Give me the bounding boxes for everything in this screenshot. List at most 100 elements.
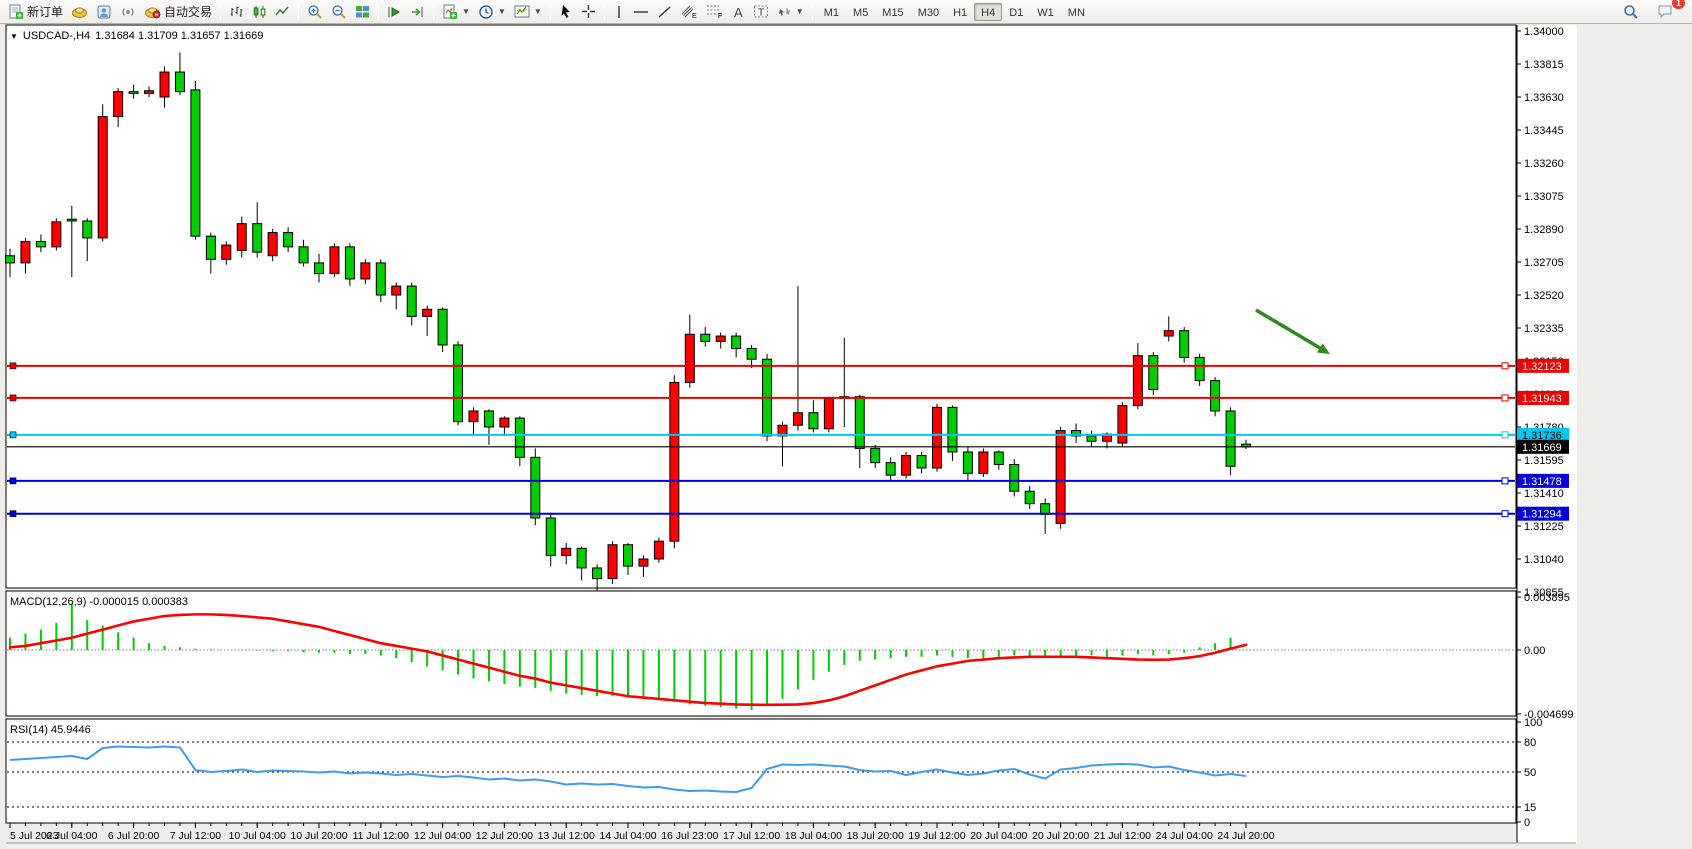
cursor-button[interactable] (555, 2, 577, 22)
x-axis-label: 13 Jul 12:00 (538, 830, 595, 842)
tile-windows-button[interactable] (351, 2, 374, 22)
line-handle[interactable] (10, 511, 16, 517)
search-button[interactable] (1619, 2, 1643, 22)
search-icon (1623, 4, 1639, 20)
y-axis-label: 1.32890 (1524, 224, 1564, 236)
timeframe-m15[interactable]: M15 (875, 3, 910, 21)
line-chart-button[interactable] (271, 2, 294, 22)
text-label-button[interactable]: T (749, 2, 773, 22)
chart-shift-button[interactable] (406, 2, 429, 22)
price-chart-canvas[interactable]: 1.340001.338151.336301.334451.332601.330… (0, 24, 1692, 849)
rsi-indicator-label: RSI(14) 45.9446 (10, 724, 91, 736)
line-handle[interactable] (1502, 432, 1508, 438)
candle-body (701, 334, 710, 341)
candle-body (639, 559, 648, 566)
candle-body (1195, 357, 1204, 380)
candle-body (6, 256, 15, 263)
bar-chart-button[interactable] (225, 2, 248, 22)
chevron-down-icon: ▼ (462, 7, 470, 16)
text-button[interactable]: A (728, 2, 749, 22)
collapse-triangle-icon[interactable]: ▼ (10, 32, 18, 41)
new-order-label: 新订单 (27, 3, 63, 20)
horizontal-line-button[interactable] (629, 2, 653, 22)
x-axis-label: 12 Jul 04:00 (414, 830, 471, 842)
arrows-button[interactable]: ▼ (773, 2, 808, 22)
main-price-panel[interactable] (6, 25, 1516, 588)
candle-body (933, 407, 942, 468)
new-order-button[interactable]: 新订单 (4, 2, 67, 22)
svg-text:A: A (734, 5, 743, 19)
zoom-out-button[interactable] (327, 2, 351, 22)
rsi-axis-label: 15 (1524, 802, 1536, 814)
indicators-button[interactable]: ▼ (438, 2, 474, 22)
candle-body (809, 413, 818, 429)
macd-axis-label: 0.003895 (1524, 592, 1570, 604)
horizontal-line-icon (633, 5, 649, 19)
timeframe-m1[interactable]: M1 (817, 3, 846, 21)
chart-window[interactable]: 1.340001.338151.336301.334451.332601.330… (0, 24, 1692, 849)
clock-icon (478, 4, 494, 20)
new-order-icon (8, 4, 24, 20)
chart-shift-icon (410, 5, 425, 19)
candle-body (531, 457, 540, 518)
timeframe-m30[interactable]: M30 (911, 3, 946, 21)
x-axis-label: 11 Jul 12:00 (353, 830, 410, 842)
x-axis-label: 18 Jul 20:00 (847, 830, 904, 842)
candle-body (1056, 431, 1065, 524)
macd-indicator-label: MACD(12,26,9) -0.000015 0.000383 (10, 596, 188, 608)
timeframe-w1[interactable]: W1 (1030, 3, 1061, 21)
timeframe-h4[interactable]: H4 (974, 3, 1002, 21)
notifications-button[interactable]: 1 (1653, 2, 1678, 22)
x-axis-label: 14 Jul 04:00 (599, 830, 656, 842)
candle-body (546, 518, 555, 555)
timeframe-m5[interactable]: M5 (846, 3, 875, 21)
candle-body (654, 541, 663, 559)
rsi-axis-label: 50 (1524, 767, 1536, 779)
line-handle[interactable] (10, 395, 16, 401)
periods-button[interactable]: ▼ (474, 2, 510, 22)
zoom-out-icon (331, 4, 347, 20)
toolbar-separator (433, 4, 434, 20)
line-handle[interactable] (1502, 478, 1508, 484)
candle-body (902, 456, 911, 476)
macd-panel[interactable] (6, 591, 1516, 716)
candle-body (330, 247, 339, 274)
trendline-button[interactable] (653, 2, 676, 22)
x-axis-label: 6 Jul 04:00 (46, 830, 98, 842)
candle-body (438, 309, 447, 345)
profile-button[interactable] (92, 2, 116, 22)
candle-body (886, 463, 895, 475)
notification-badge: 1 (1672, 0, 1685, 9)
line-handle[interactable] (1502, 363, 1508, 369)
candle-body (1149, 356, 1158, 390)
timeframe-d1[interactable]: D1 (1002, 3, 1030, 21)
autotrading-label: 自动交易 (164, 3, 212, 20)
line-handle[interactable] (1502, 395, 1508, 401)
gold-sycee-button[interactable] (67, 2, 92, 22)
timeframe-mn[interactable]: MN (1061, 3, 1092, 21)
line-handle[interactable] (10, 432, 16, 438)
y-axis-label: 1.32705 (1524, 257, 1564, 269)
zoom-in-button[interactable] (303, 2, 327, 22)
chart-symbol-period: USDCAD-,H4 (23, 30, 90, 42)
timeframe-h1[interactable]: H1 (946, 3, 974, 21)
line-handle[interactable] (10, 478, 16, 484)
line-chart-icon (275, 5, 290, 19)
toolbar-separator (812, 4, 813, 20)
fibonacci-button[interactable]: F (702, 2, 728, 22)
candle-body (191, 90, 200, 236)
auto-scroll-button[interactable] (383, 2, 406, 22)
line-handle[interactable] (10, 363, 16, 369)
crosshair-button[interactable] (577, 2, 600, 22)
candle-body (52, 222, 61, 247)
autotrading-button[interactable]: 自动交易 (140, 2, 216, 22)
templates-button[interactable]: ▼ (510, 2, 546, 22)
candle-body (315, 263, 324, 274)
vertical-line-button[interactable] (609, 2, 629, 22)
candle-body (98, 117, 107, 238)
line-handle[interactable] (1502, 511, 1508, 517)
equidistant-channel-button[interactable]: E (676, 2, 702, 22)
candle-body (160, 72, 169, 97)
candlestick-chart-button[interactable] (248, 2, 271, 22)
signals-button[interactable] (116, 2, 140, 22)
